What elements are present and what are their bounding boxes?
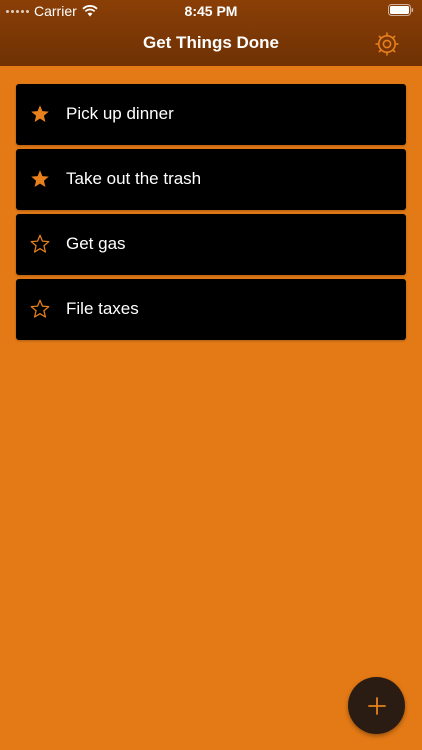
task-label: Get gas [66, 234, 126, 253]
star-filled-icon[interactable] [30, 104, 50, 124]
battery-icon [388, 4, 414, 16]
task-row[interactable]: Get gas [16, 214, 406, 275]
task-label: Pick up dinner [66, 104, 174, 123]
task-list: Pick up dinner Take out the trash Get ga… [16, 84, 406, 344]
status-bar: Carrier 8:45 PM [0, 0, 422, 22]
page-title: Get Things Done [143, 33, 279, 52]
task-row[interactable]: Take out the trash [16, 149, 406, 210]
star-outline-icon[interactable] [30, 299, 50, 319]
star-filled-icon[interactable] [30, 169, 50, 189]
task-row[interactable]: File taxes [16, 279, 406, 340]
status-time: 8:45 PM [184, 3, 238, 19]
task-row[interactable]: Pick up dinner [16, 84, 406, 145]
task-label: Take out the trash [66, 169, 202, 188]
plus-icon [367, 696, 386, 715]
add-task-button[interactable] [348, 677, 405, 734]
task-label: File taxes [66, 299, 139, 318]
top-bar: Carrier 8:45 PM Get Things Done [0, 0, 422, 66]
star-outline-icon[interactable] [30, 234, 50, 254]
gear-icon[interactable] [374, 31, 400, 57]
